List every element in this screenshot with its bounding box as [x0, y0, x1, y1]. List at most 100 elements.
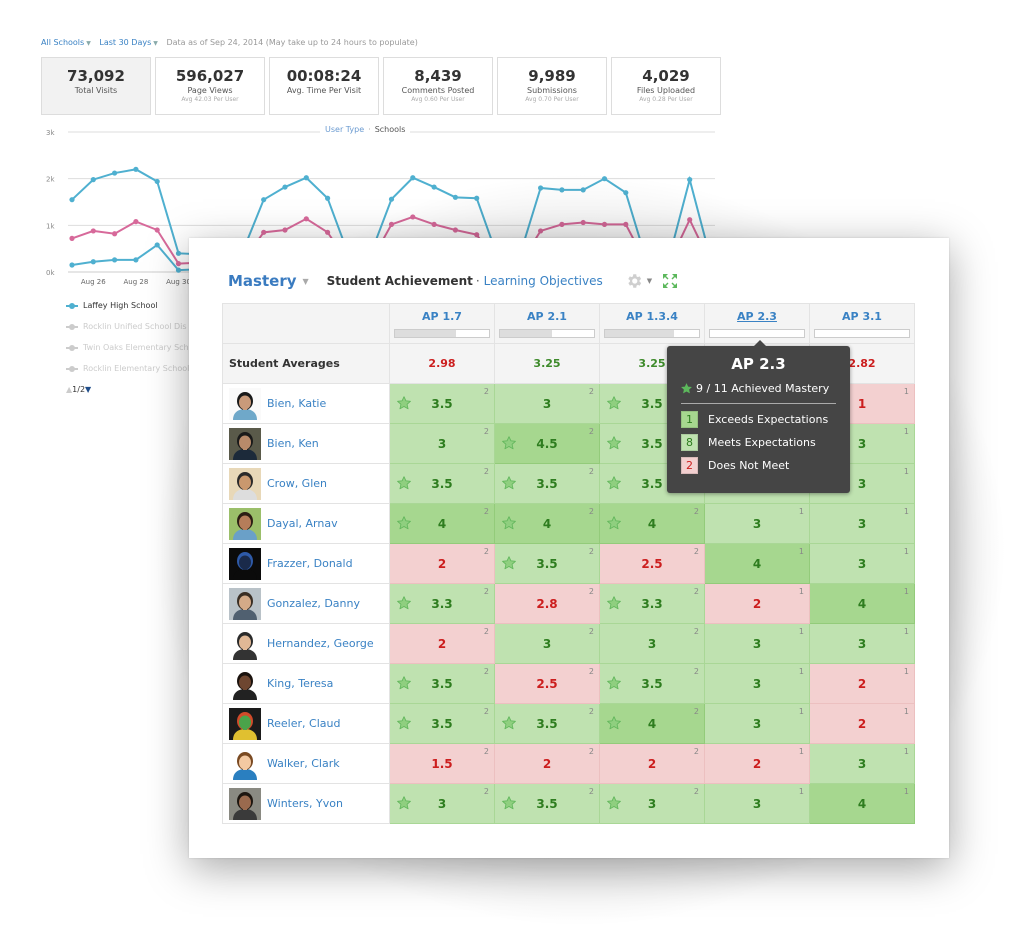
- score-cell[interactable]: 3.52: [494, 703, 600, 744]
- student-name-link[interactable]: Reeler, Claud: [267, 717, 340, 730]
- score-cell[interactable]: 21: [704, 583, 810, 624]
- objective-link[interactable]: AP 2.3: [705, 310, 809, 323]
- avatar[interactable]: [229, 547, 261, 580]
- score-cell[interactable]: 31: [704, 703, 810, 744]
- score-cell[interactable]: 3.52: [389, 663, 495, 704]
- avatar[interactable]: [229, 667, 261, 700]
- pager-down-icon[interactable]: ▼: [85, 385, 91, 394]
- student-name-link[interactable]: Hernandez, George: [267, 637, 374, 650]
- data-point[interactable]: [112, 231, 118, 237]
- score-cell[interactable]: 31: [809, 743, 915, 784]
- data-point[interactable]: [154, 227, 160, 233]
- data-point[interactable]: [388, 221, 395, 227]
- mastery-dropdown[interactable]: Mastery: [228, 272, 297, 290]
- data-point[interactable]: [559, 221, 565, 227]
- score-cell[interactable]: 2.5 2: [599, 543, 705, 584]
- legend-item[interactable]: Rocklin Unified School Dis: [66, 316, 189, 337]
- score-cell[interactable]: 3.52: [494, 463, 600, 504]
- data-point[interactable]: [325, 195, 331, 201]
- avatar[interactable]: [229, 747, 261, 780]
- data-point[interactable]: [452, 227, 458, 233]
- score-cell[interactable]: 1.5 2: [389, 743, 495, 784]
- score-cell[interactable]: 31: [704, 503, 810, 544]
- avatar[interactable]: [229, 587, 261, 620]
- score-cell[interactable]: 31: [809, 623, 915, 664]
- data-point[interactable]: [154, 242, 160, 248]
- student-name-link[interactable]: Bien, Katie: [267, 397, 326, 410]
- data-point[interactable]: [175, 250, 182, 256]
- objective-link[interactable]: AP 3.1: [810, 310, 914, 323]
- learning-objectives-link[interactable]: Learning Objectives: [484, 274, 603, 288]
- avatar[interactable]: [229, 467, 261, 500]
- score-cell[interactable]: 3.3 2: [389, 583, 495, 624]
- objective-link[interactable]: AP 1.7: [390, 310, 494, 323]
- score-cell[interactable]: 32: [599, 623, 705, 664]
- data-point[interactable]: [388, 196, 395, 202]
- expand-fullscreen-icon[interactable]: [662, 273, 678, 289]
- data-point[interactable]: [580, 219, 586, 226]
- data-point[interactable]: [175, 267, 182, 273]
- score-cell[interactable]: 42: [389, 503, 495, 544]
- data-point[interactable]: [175, 261, 182, 267]
- data-point[interactable]: [133, 257, 139, 263]
- score-cell[interactable]: 31: [704, 783, 810, 824]
- stat-card[interactable]: 8,439 Comments Posted Avg 0.60 Per User: [383, 57, 493, 115]
- data-point[interactable]: [90, 228, 96, 234]
- data-point[interactable]: [282, 227, 288, 233]
- score-cell[interactable]: 3.52: [494, 543, 600, 584]
- data-point[interactable]: [474, 232, 480, 238]
- data-point[interactable]: [623, 221, 629, 227]
- score-cell[interactable]: 3.52: [494, 783, 600, 824]
- score-cell[interactable]: 32: [599, 783, 705, 824]
- score-cell[interactable]: 4.5 2: [494, 423, 600, 464]
- avatar[interactable]: [229, 387, 261, 420]
- stat-card[interactable]: 596,027 Page Views Avg 42.03 Per User: [155, 57, 265, 115]
- stat-card[interactable]: 9,989 Submissions Avg 0.70 Per User: [497, 57, 607, 115]
- objective-link[interactable]: AP 1.3.4: [600, 310, 704, 323]
- data-point[interactable]: [559, 187, 565, 193]
- data-point[interactable]: [601, 221, 608, 227]
- data-point[interactable]: [282, 184, 288, 190]
- objective-link[interactable]: AP 2.1: [495, 310, 599, 323]
- data-point[interactable]: [303, 216, 309, 222]
- student-name-link[interactable]: Bien, Ken: [267, 437, 319, 450]
- avatar[interactable]: [229, 507, 261, 540]
- score-cell[interactable]: 21: [809, 663, 915, 704]
- data-point[interactable]: [90, 177, 96, 183]
- score-cell[interactable]: 32: [389, 783, 495, 824]
- avatar[interactable]: [229, 627, 261, 660]
- student-name-link[interactable]: Dayal, Arnav: [267, 517, 338, 530]
- avatar[interactable]: [229, 787, 261, 820]
- score-cell[interactable]: 3.3 2: [599, 583, 705, 624]
- data-point[interactable]: [431, 221, 437, 227]
- gear-icon[interactable]: [625, 272, 643, 290]
- score-cell[interactable]: 21: [809, 703, 915, 744]
- score-cell[interactable]: 22: [389, 623, 495, 664]
- data-point[interactable]: [69, 262, 75, 268]
- stat-card[interactable]: 4,029 Files Uploaded Avg 0.28 Per User: [611, 57, 721, 115]
- score-cell[interactable]: 3.52: [389, 383, 495, 424]
- score-cell[interactable]: 32: [494, 623, 600, 664]
- data-point[interactable]: [69, 235, 75, 241]
- gear-chevron-down-icon[interactable]: ▼: [647, 277, 652, 285]
- data-point[interactable]: [538, 228, 544, 234]
- score-cell[interactable]: 3.52: [389, 463, 495, 504]
- score-cell[interactable]: 42: [599, 703, 705, 744]
- score-cell[interactable]: 2.8 2: [494, 583, 600, 624]
- data-point[interactable]: [452, 194, 458, 200]
- score-cell[interactable]: 22: [389, 543, 495, 584]
- data-point[interactable]: [538, 185, 544, 191]
- student-name-link[interactable]: Gonzalez, Danny: [267, 597, 360, 610]
- score-cell[interactable]: 31: [809, 543, 915, 584]
- data-point[interactable]: [69, 197, 75, 203]
- score-cell[interactable]: 32: [389, 423, 495, 464]
- data-point[interactable]: [133, 166, 139, 172]
- legend-item[interactable]: Rocklin Elementary School: [66, 358, 189, 379]
- data-point[interactable]: [687, 177, 693, 183]
- data-point[interactable]: [474, 195, 480, 201]
- chevron-down-icon[interactable]: ▼: [303, 277, 309, 286]
- user-type-link[interactable]: User Type: [325, 125, 364, 134]
- data-point[interactable]: [133, 219, 139, 225]
- score-cell[interactable]: 41: [704, 543, 810, 584]
- score-cell[interactable]: 3.52: [389, 703, 495, 744]
